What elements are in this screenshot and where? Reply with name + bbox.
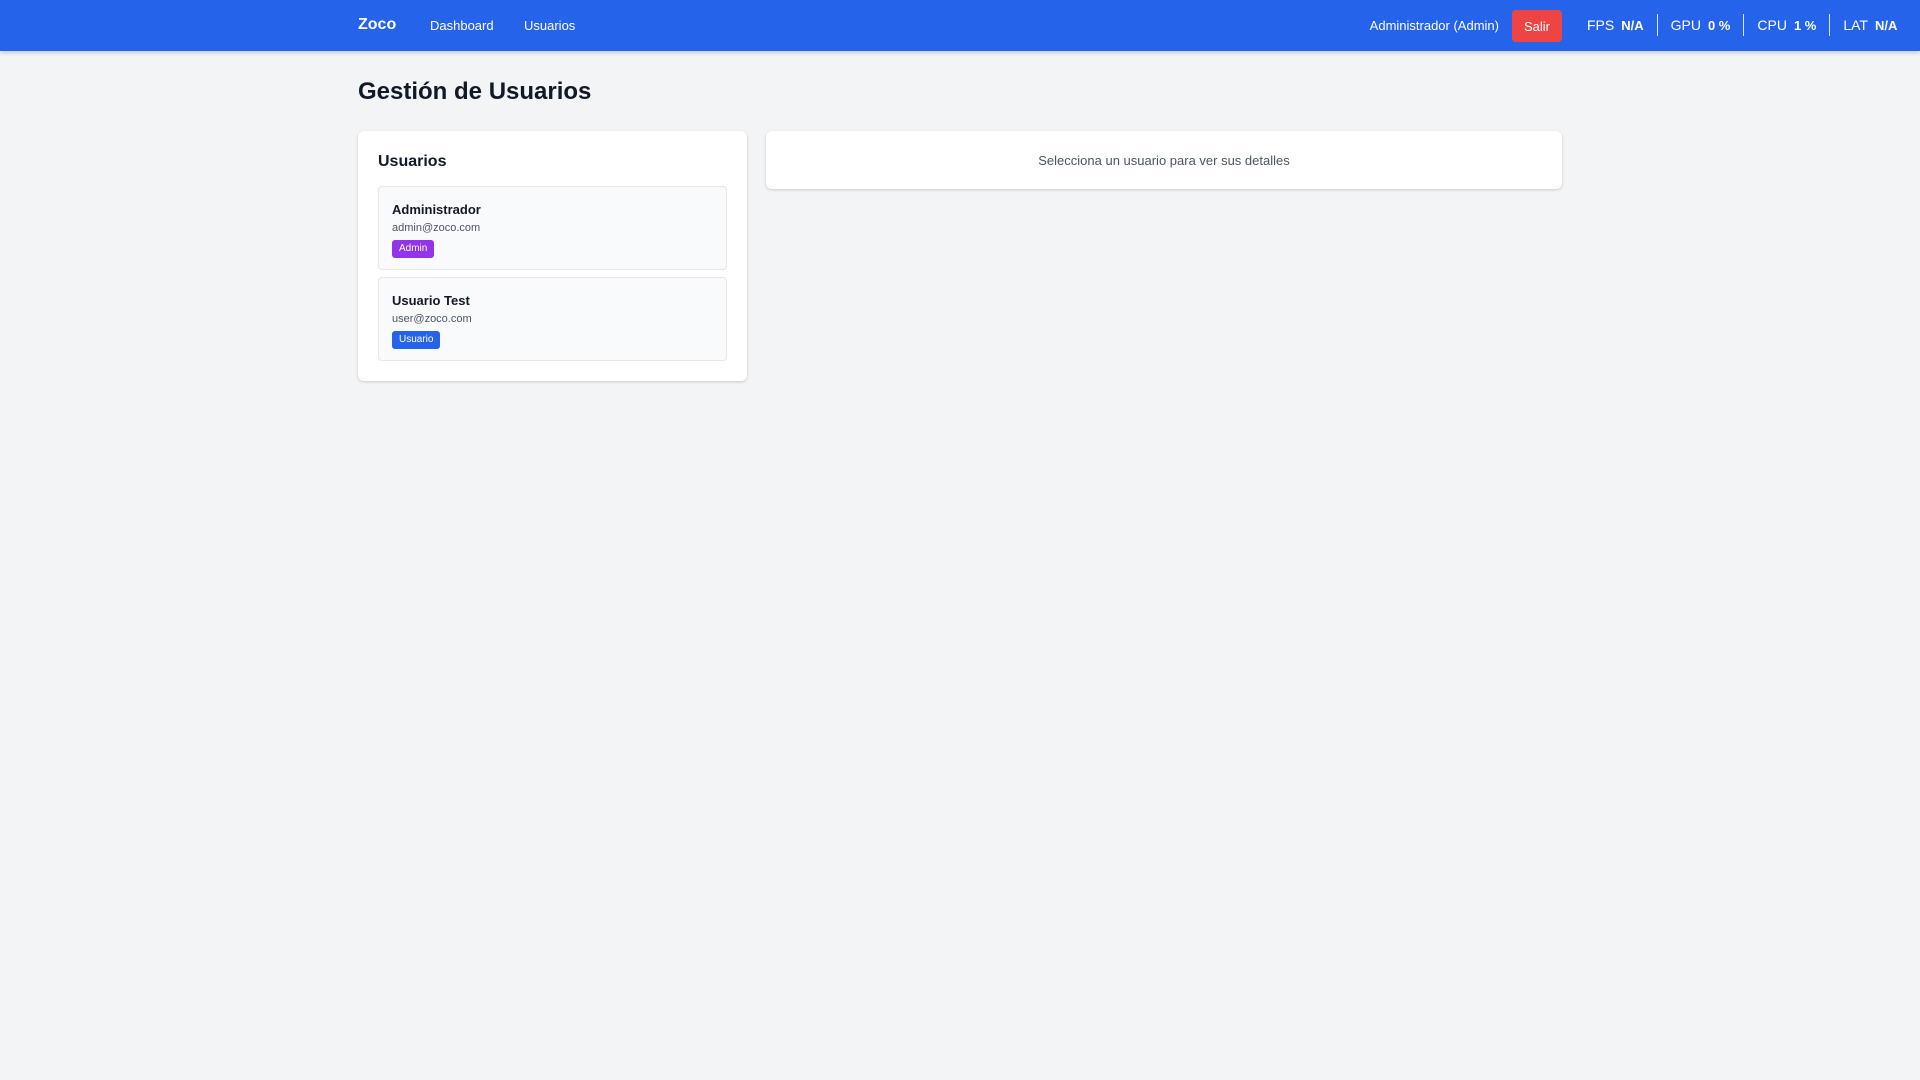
metric-lat-label: LAT: [1843, 17, 1868, 33]
top-navbar: Zoco Dashboard Usuarios Administrador (A…: [0, 0, 1920, 51]
metric-lat-value: N/A: [1874, 18, 1898, 33]
user-email: admin@zoco.com: [392, 222, 481, 234]
metric-cpu-label: CPU: [1757, 17, 1787, 33]
metric-gpu: GPU 0 %: [1656, 14, 1744, 36]
users-panel-title: Usuarios: [378, 153, 447, 170]
details-empty-message: Selecciona un usuario para ver sus detal…: [1038, 153, 1290, 168]
nav-link-dashboard[interactable]: Dashboard: [430, 18, 494, 33]
current-user-label: Administrador (Admin): [1369, 18, 1499, 33]
user-name: Usuario Test: [392, 293, 470, 308]
user-card-administrador[interactable]: Administrador admin@zoco.com Admin: [378, 186, 727, 270]
user-email: user@zoco.com: [392, 313, 472, 325]
metric-fps-value: N/A: [1621, 18, 1644, 33]
role-badge-usuario: Usuario: [392, 331, 441, 349]
metric-gpu-label: GPU: [1670, 17, 1701, 33]
brand-logo[interactable]: Zoco: [358, 16, 396, 34]
metric-cpu: CPU 1 %: [1743, 14, 1829, 36]
nav-link-usuarios[interactable]: Usuarios: [524, 18, 575, 33]
user-name: Administrador: [392, 202, 481, 217]
metric-lat: LAT N/A: [1829, 14, 1910, 36]
user-details-panel: Selecciona un usuario para ver sus detal…: [766, 131, 1562, 189]
user-card-usuario-test[interactable]: Usuario Test user@zoco.com Usuario: [378, 277, 727, 361]
page-title: Gestión de Usuarios: [358, 78, 592, 105]
role-badge-admin: Admin: [392, 240, 435, 258]
metric-fps: FPS N/A: [1574, 14, 1657, 36]
metric-fps-label: FPS: [1587, 17, 1615, 33]
metric-gpu-value: 0 %: [1707, 18, 1731, 33]
performance-metrics: FPS N/A GPU 0 % CPU 1 % LAT N/A: [1574, 14, 1910, 36]
metric-cpu-value: 1 %: [1793, 18, 1817, 33]
users-list-panel: Usuarios Administrador admin@zoco.com Ad…: [358, 131, 747, 381]
logout-button[interactable]: Salir: [1512, 10, 1562, 42]
